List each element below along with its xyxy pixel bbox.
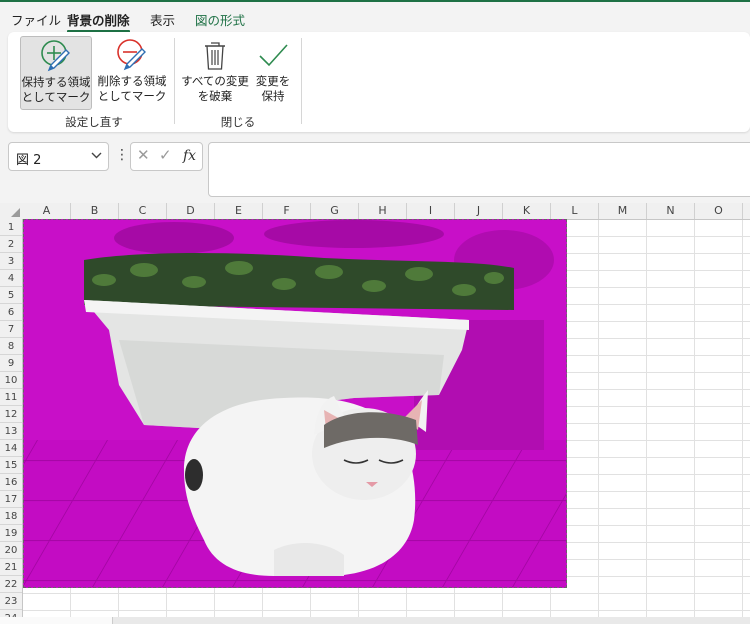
row-header[interactable]: 10: [0, 372, 22, 389]
column-header[interactable]: D: [167, 203, 215, 219]
group-label-refine: 設定し直す: [65, 115, 123, 129]
column-header[interactable]: I: [407, 203, 455, 219]
column-header[interactable]: G: [311, 203, 359, 219]
row-header[interactable]: 14: [0, 440, 22, 457]
column-header[interactable]: E: [215, 203, 263, 219]
insert-function-button[interactable]: fx: [183, 148, 196, 164]
row-header[interactable]: 18: [0, 508, 22, 525]
column-header[interactable]: K: [503, 203, 551, 219]
discard-label: すべての変更 を破棄: [181, 74, 249, 103]
row-header[interactable]: 19: [0, 525, 22, 542]
column-header[interactable]: B: [71, 203, 119, 219]
row-header[interactable]: 17: [0, 491, 22, 508]
row-header[interactable]: 20: [0, 542, 22, 559]
worksheet-grid[interactable]: ABCDEFGHIJKLMNO 1 2 3 4 5 6 7 8 9 10 11 12 13 14 15 16 1…: [0, 203, 750, 624]
mark-areas-to-keep-button[interactable]: 保持する領域 としてマーク: [20, 36, 92, 110]
enter-icon[interactable]: ✓: [159, 146, 172, 164]
sheet-tab[interactable]: [0, 617, 113, 624]
keep-label: 変更を 保持: [255, 74, 291, 103]
row-header[interactable]: 6: [0, 304, 22, 321]
row-header[interactable]: 7: [0, 321, 22, 338]
formula-buttons: ✕ ✓ fx: [130, 142, 203, 171]
select-all-icon[interactable]: [11, 208, 20, 217]
formula-input[interactable]: [208, 142, 750, 197]
name-box[interactable]: 図 2: [8, 142, 109, 171]
row-header[interactable]: 16: [0, 474, 22, 491]
column-header[interactable]: M: [599, 203, 647, 219]
name-box-value: 図 2: [16, 153, 42, 168]
row-header[interactable]: 23: [0, 593, 22, 610]
column-header[interactable]: A: [23, 203, 71, 219]
row-header[interactable]: 5: [0, 287, 22, 304]
row-header[interactable]: 13: [0, 423, 22, 440]
row-header[interactable]: 12: [0, 406, 22, 423]
column-header[interactable]: H: [359, 203, 407, 219]
group-separator: [301, 38, 302, 124]
discard-all-changes-button[interactable]: すべての変更 を破棄: [180, 36, 250, 110]
cancel-icon[interactable]: ✕: [137, 146, 150, 164]
ribbon: 保持する領域 としてマーク 削除する領域 としてマーク 設定し直す すべての変更…: [8, 32, 750, 132]
mark-areas-to-remove-button[interactable]: 削除する領域 としてマーク: [96, 36, 168, 110]
tab-picture-format[interactable]: 図の形式: [195, 10, 245, 29]
column-header[interactable]: J: [455, 203, 503, 219]
ribbon-tab-bar: ファイル 背景の削除 表示 図の形式: [0, 2, 750, 33]
row-header[interactable]: 8: [0, 338, 22, 355]
row-header[interactable]: 21: [0, 559, 22, 576]
tab-background-removal[interactable]: 背景の削除: [67, 10, 130, 33]
mark-keep-label: 保持する領域 としてマーク: [21, 75, 91, 104]
column-header[interactable]: N: [647, 203, 695, 219]
checkmark-icon: [259, 44, 288, 67]
row-header[interactable]: 4: [0, 270, 22, 287]
column-header[interactable]: C: [119, 203, 167, 219]
row-header[interactable]: 11: [0, 389, 22, 406]
chevron-down-icon: [91, 152, 102, 159]
row-header[interactable]: 22: [0, 576, 22, 593]
keep-changes-button[interactable]: 変更を 保持: [252, 36, 294, 110]
row-header-bar: 123456789101112131415161718192021222324: [0, 219, 23, 624]
cat-picture-background-removal[interactable]: [23, 219, 567, 588]
row-header[interactable]: 2: [0, 236, 22, 253]
column-header-bar: ABCDEFGHIJKLMNO: [0, 203, 750, 220]
row-header[interactable]: 3: [0, 253, 22, 270]
column-header[interactable]: L: [551, 203, 599, 219]
row-header[interactable]: 9: [0, 355, 22, 372]
group-separator: [174, 38, 175, 124]
sheet-tab-strip: [0, 617, 750, 624]
trash-icon: [205, 42, 225, 70]
pencil-minus-icon: [117, 39, 146, 71]
column-header[interactable]: F: [263, 203, 311, 219]
tab-view[interactable]: 表示: [150, 10, 175, 29]
group-label-close: 閉じる: [220, 115, 256, 129]
mark-remove-label: 削除する領域 としてマーク: [97, 74, 167, 103]
row-header[interactable]: 15: [0, 457, 22, 474]
more-options-icon[interactable]: ⋮: [115, 148, 129, 162]
cat-photo-image: [24, 220, 566, 587]
row-header[interactable]: 1: [0, 219, 22, 236]
tab-file[interactable]: ファイル: [11, 10, 61, 29]
column-header[interactable]: O: [695, 203, 743, 219]
pencil-plus-icon: [41, 40, 70, 72]
